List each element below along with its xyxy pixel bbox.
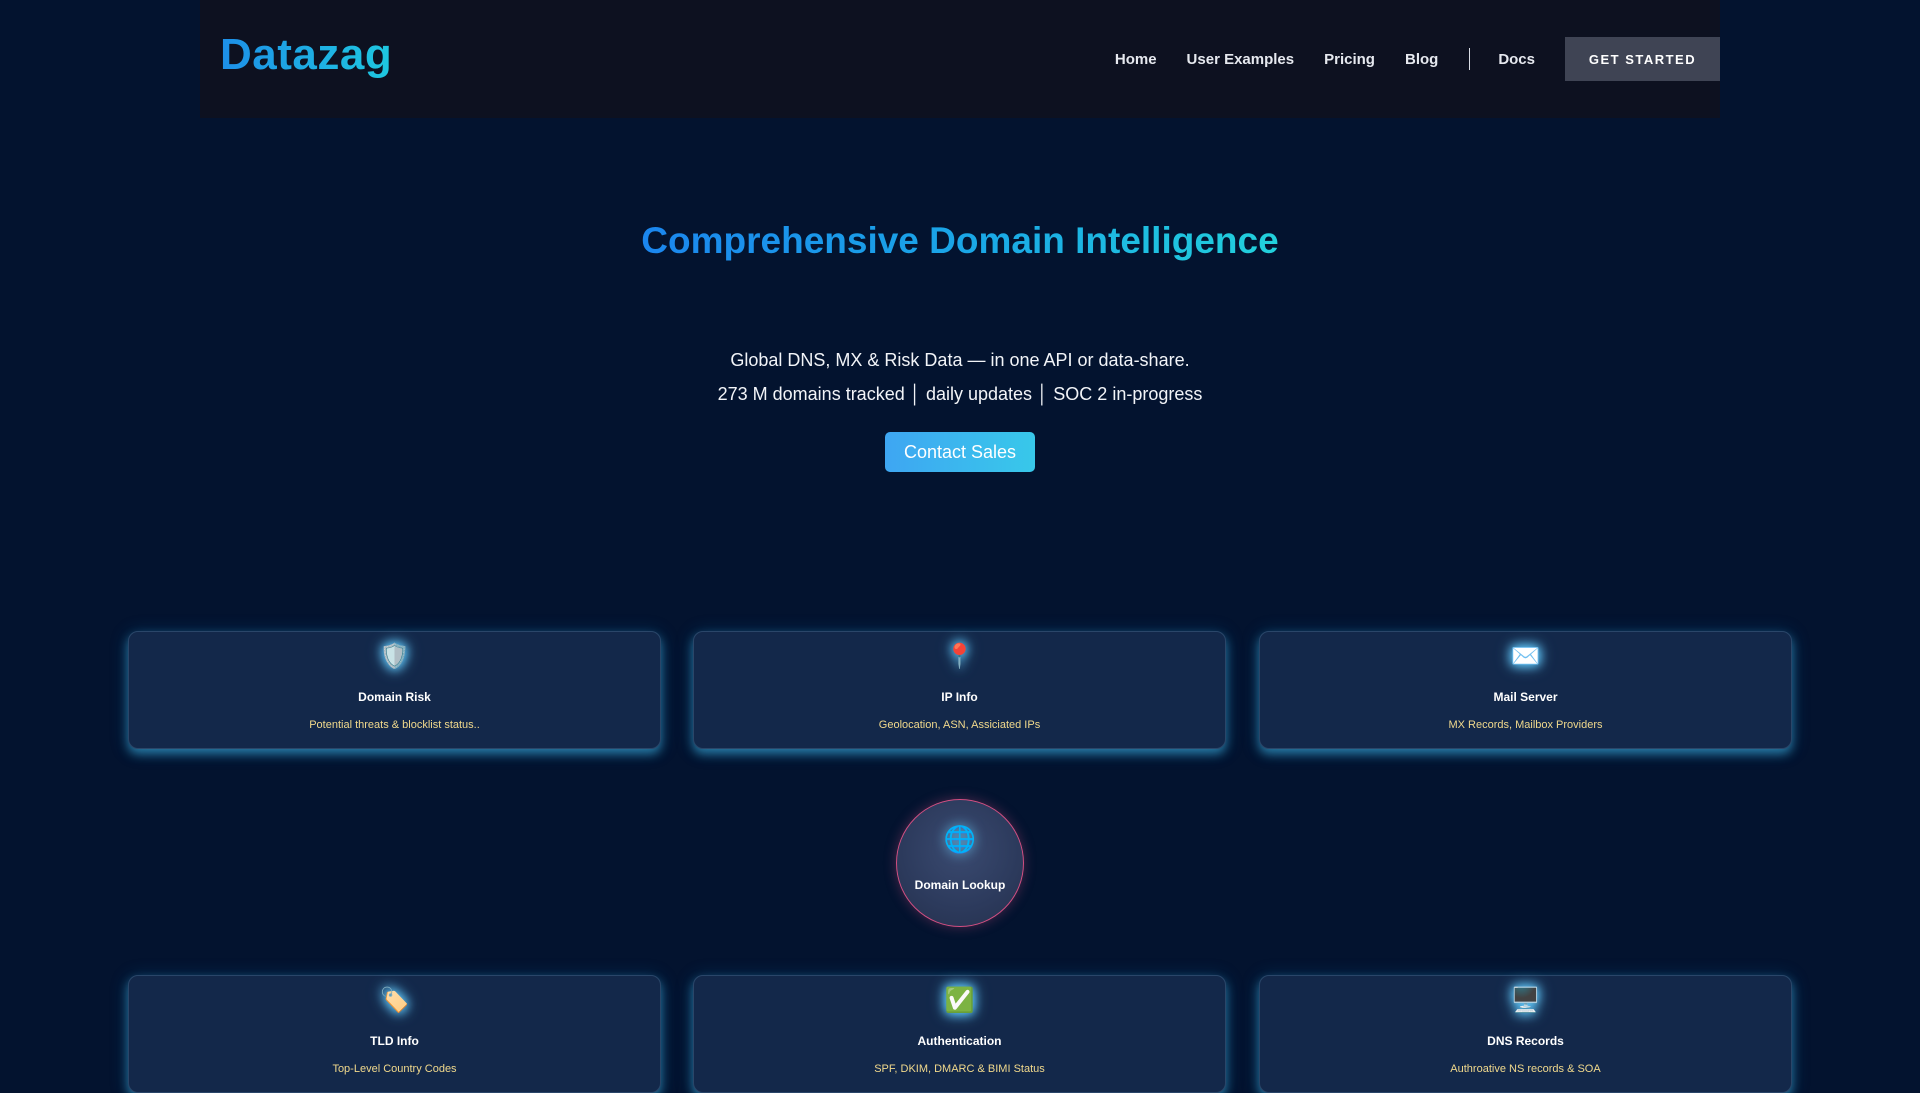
card-tld-info[interactable]: 🏷️ TLD Info Top-Level Country Codes [128,975,661,1093]
card-description: Top-Level Country Codes [332,1063,457,1075]
hero-title-text: Comprehensive Domain Intelligence [641,220,1279,261]
envelope-icon: ✉️ [1510,643,1541,670]
card-mail-server[interactable]: ✉️ Mail Server MX Records, Mailbox Provi… [1259,631,1792,749]
card-title: TLD Info [370,1034,419,1048]
card-ip-info[interactable]: 📍 IP Info Geolocation, ASN, Assiciated I… [693,631,1226,749]
nav-pricing[interactable]: Pricing [1324,51,1375,68]
hero-subtitle: Global DNS, MX & Risk Data — in one API … [730,350,1190,370]
tag-icon: 🏷️ [379,987,410,1014]
contact-sales-button[interactable]: Contact Sales [885,432,1035,472]
card-description: Potential threats & blocklist status.. [309,719,480,731]
shield-icon: 🛡️ [379,643,410,670]
domain-lookup-label: Domain Lookup [914,878,1006,892]
card-dns-records[interactable]: 🖥️ DNS Records Authroative NS records & … [1259,975,1792,1093]
logo[interactable]: Datazag [220,30,392,80]
card-authentication[interactable]: ✅ Authentication SPF, DKIM, DMARC & BIMI… [693,975,1226,1093]
hero-stats: 273 M domains tracked │ daily updates │ … [717,384,1203,404]
card-description: SPF, DKIM, DMARC & BIMI Status [874,1063,1045,1075]
monitor-icon: 🖥️ [1510,987,1541,1014]
nav-blog[interactable]: Blog [1405,51,1438,68]
map-pin-icon: 📍 [944,643,975,670]
card-title: DNS Records [1487,1034,1564,1048]
card-description: Geolocation, ASN, Assiciated IPs [878,719,1041,731]
nav-home[interactable]: Home [1115,51,1157,68]
nav-docs[interactable]: Docs [1498,51,1535,68]
check-mark-icon: ✅ [944,987,975,1014]
hero-title: Comprehensive Domain Intelligence [0,220,1920,262]
domain-lookup-button[interactable]: 🌐 Domain Lookup [896,799,1024,927]
card-description: Authroative NS records & SOA [1450,1063,1601,1075]
card-title: IP Info [941,690,978,704]
card-title: Mail Server [1493,690,1558,704]
site-header: Datazag Home User Examples Pricing Blog … [200,0,1720,118]
globe-icon: 🌐 [943,824,977,854]
card-title: Authentication [917,1034,1002,1048]
main-nav: Home User Examples Pricing Blog Docs GET… [1115,37,1720,81]
card-description: MX Records, Mailbox Providers [1448,719,1603,731]
get-started-button[interactable]: GET STARTED [1565,37,1720,81]
card-title: Domain Risk [358,690,431,704]
card-domain-risk[interactable]: 🛡️ Domain Risk Potential threats & block… [128,631,661,749]
nav-user-examples[interactable]: User Examples [1187,51,1295,68]
nav-divider [1469,48,1471,70]
